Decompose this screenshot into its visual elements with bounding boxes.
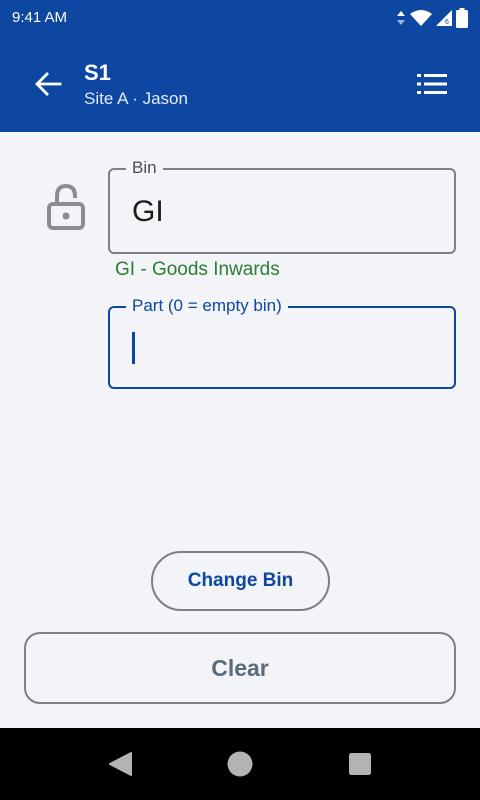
status-bar: 9:41 AM 6 bbox=[0, 0, 480, 36]
page-title: S1 bbox=[84, 60, 111, 85]
app-bar: S1 Site A · Jason bbox=[0, 36, 480, 132]
part-field[interactable]: Part (0 = empty bin) bbox=[108, 296, 456, 389]
status-time: 9:41 AM bbox=[12, 9, 68, 26]
wifi-icon bbox=[410, 10, 432, 26]
system-nav-bar bbox=[0, 728, 480, 800]
clear-button[interactable]: Clear bbox=[24, 632, 456, 704]
nav-back-button[interactable] bbox=[104, 748, 136, 780]
nav-recents-button[interactable] bbox=[344, 748, 376, 780]
bin-field[interactable]: Bin GI bbox=[108, 158, 456, 254]
signal-icon: 6 bbox=[436, 10, 452, 26]
text-cursor bbox=[132, 332, 135, 364]
data-arrows-icon bbox=[397, 11, 405, 25]
change-bin-button[interactable]: Change Bin bbox=[151, 551, 330, 611]
bin-helper-text: GI - Goods Inwards bbox=[115, 259, 280, 280]
bin-value: GI bbox=[132, 195, 164, 228]
battery-icon bbox=[456, 8, 468, 28]
lock-open-icon[interactable] bbox=[44, 182, 88, 232]
svg-text:6: 6 bbox=[445, 19, 449, 26]
status-icons: 6 bbox=[396, 6, 468, 30]
screen: 9:41 AM 6 S1 Site A · Jason Bin GI GI - … bbox=[0, 0, 480, 800]
part-input[interactable] bbox=[124, 326, 438, 368]
menu-button[interactable] bbox=[408, 60, 456, 108]
circle-home-icon bbox=[227, 751, 253, 777]
bin-field-label: Bin bbox=[126, 158, 163, 178]
triangle-back-icon bbox=[109, 752, 132, 776]
nav-home-button[interactable] bbox=[224, 748, 256, 780]
page-subtitle: Site A · Jason bbox=[84, 89, 188, 108]
square-recents-icon bbox=[349, 753, 371, 775]
part-field-label: Part (0 = empty bin) bbox=[126, 296, 288, 316]
arrow-left-icon bbox=[35, 72, 62, 96]
list-icon bbox=[417, 74, 447, 94]
back-button[interactable] bbox=[24, 60, 72, 108]
